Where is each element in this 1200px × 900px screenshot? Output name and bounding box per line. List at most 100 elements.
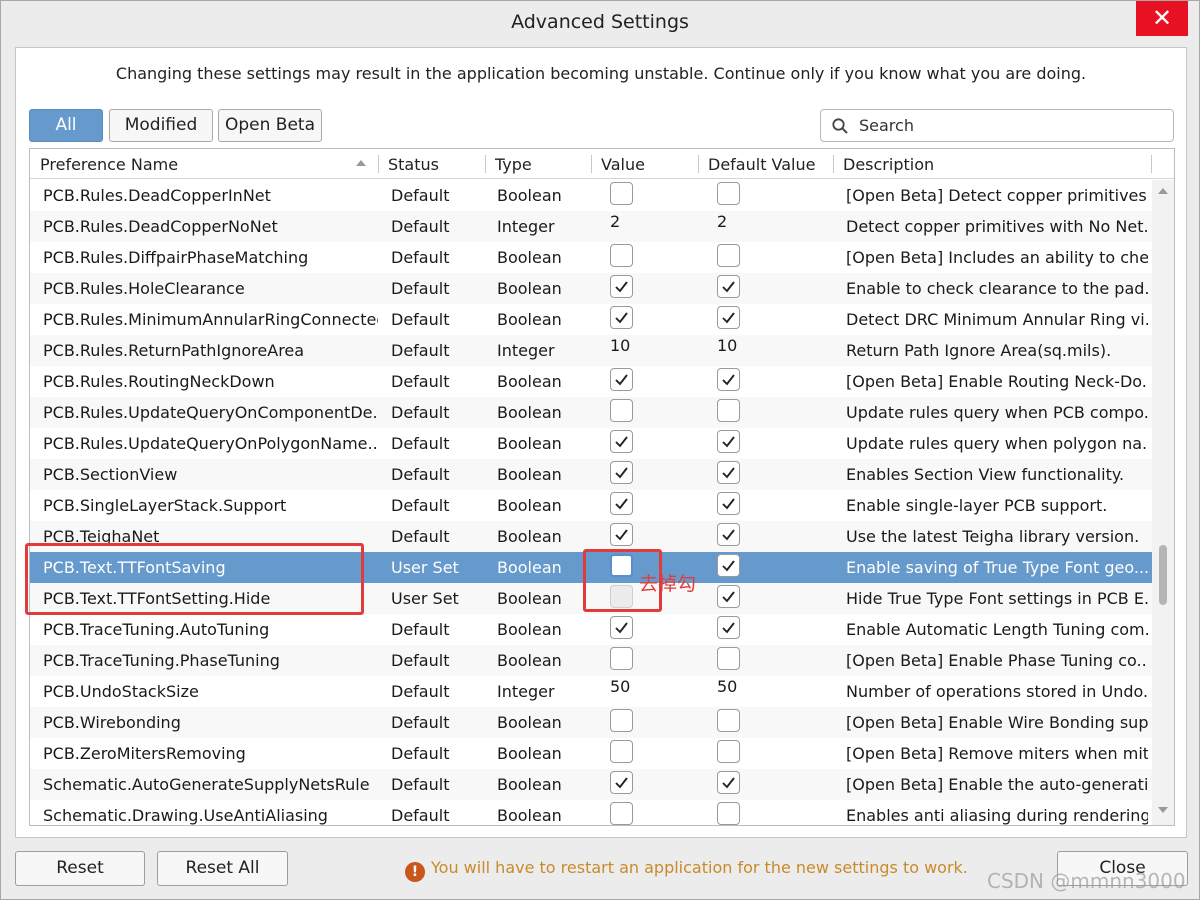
value-checkbox[interactable] [610, 740, 633, 763]
table-row[interactable]: PCB.Rules.DeadCopperInNet Default Boolean [… [30, 180, 1152, 211]
default-value-checkbox [717, 182, 740, 205]
vertical-scrollbar[interactable] [1152, 180, 1174, 825]
filter-open-beta-button[interactable]: Open Beta [218, 109, 322, 142]
table-row[interactable]: Schematic.AutoGenerateSupplyNetsRule Defa… [30, 769, 1152, 800]
window-title: Advanced Settings [511, 11, 689, 33]
status-cell: Default [391, 496, 450, 515]
scrollbar-thumb[interactable] [1159, 545, 1167, 605]
column-divider[interactable] [378, 155, 379, 173]
value-checkbox[interactable] [610, 523, 633, 546]
preference-name-cell: PCB.Rules.ReturnPathIgnoreArea [43, 341, 305, 360]
value-checkbox[interactable] [610, 461, 633, 484]
status-cell: Default [391, 651, 450, 670]
default-value-checkbox [717, 585, 740, 608]
column-divider[interactable] [591, 155, 592, 173]
value-cell[interactable]: 10 [610, 336, 670, 355]
column-divider[interactable] [1151, 155, 1152, 173]
default-value-checkbox [717, 368, 740, 391]
table-row[interactable]: PCB.Rules.DiffpairPhaseMatching Default Bo… [30, 242, 1152, 273]
checkmark-icon [722, 591, 735, 603]
column-description[interactable]: Description [843, 155, 934, 174]
status-cell: Default [391, 620, 450, 639]
type-cell: Boolean [497, 434, 562, 453]
default-value-checkbox [717, 616, 740, 639]
table-row[interactable]: PCB.Rules.UpdateQueryOnComponentDe... Def… [30, 397, 1152, 428]
preference-name-cell: PCB.Rules.DeadCopperInNet [43, 186, 271, 205]
table-row[interactable]: PCB.Rules.HoleClearance Default Boolean Ena… [30, 273, 1152, 304]
checkmark-icon [722, 281, 735, 293]
type-cell: Boolean [497, 775, 562, 794]
column-divider[interactable] [485, 155, 486, 173]
title-bar: Advanced Settings ✕ [1, 1, 1199, 47]
table-row[interactable]: PCB.SectionView Default Boolean Enables Sec… [30, 459, 1152, 490]
value-cell[interactable]: 2 [610, 212, 670, 231]
column-divider[interactable] [698, 155, 699, 173]
scroll-down-icon[interactable] [1158, 807, 1168, 813]
column-preference-name[interactable]: Preference Name [40, 155, 178, 174]
description-cell: [Open Beta] Detect copper primitives... [846, 186, 1148, 205]
table-row[interactable]: PCB.Rules.DeadCopperNoNet Default Integer 2… [30, 211, 1152, 242]
description-cell: [Open Beta] Enable Wire Bonding sup... [846, 713, 1148, 732]
table-row[interactable]: PCB.TraceTuning.PhaseTuning Default Boolea… [30, 645, 1152, 676]
column-value[interactable]: Value [601, 155, 645, 174]
checkmark-icon [615, 467, 628, 479]
column-default-value[interactable]: Default Value [708, 155, 815, 174]
checkmark-icon [722, 467, 735, 479]
table-row[interactable]: PCB.TraceTuning.AutoTuning Default Boolean… [30, 614, 1152, 645]
filter-modified-button[interactable]: Modified [109, 109, 213, 142]
table-row[interactable]: PCB.Rules.MinimumAnnularRingConnected Def… [30, 304, 1152, 335]
status-cell: Default [391, 186, 450, 205]
type-cell: Boolean [497, 310, 562, 329]
table-row[interactable]: PCB.Rules.UpdateQueryOnPolygonName... Def… [30, 428, 1152, 459]
table-row[interactable]: PCB.Rules.ReturnPathIgnoreArea Default Int… [30, 335, 1152, 366]
reset-all-button[interactable]: Reset All [157, 851, 288, 886]
annotation-name-highlight-box [25, 543, 364, 615]
filter-all-button[interactable]: All [29, 109, 103, 142]
scroll-up-icon[interactable] [1158, 188, 1168, 194]
table-row[interactable]: PCB.Wirebonding Default Boolean [Open Beta]… [30, 707, 1152, 738]
default-value-checkbox [717, 430, 740, 453]
table-row[interactable]: PCB.Rules.RoutingNeckDown Default Boolean [… [30, 366, 1152, 397]
default-value-cell: 10 [717, 336, 738, 355]
table-row[interactable]: Schematic.Drawing.UseAntiAliasing Default… [30, 800, 1152, 825]
status-cell: Default [391, 465, 450, 484]
description-cell: Enables Section View functionality. [846, 465, 1125, 484]
search-input[interactable]: Search [820, 109, 1174, 142]
type-cell: Integer [497, 341, 555, 360]
column-type[interactable]: Type [495, 155, 532, 174]
value-checkbox[interactable] [610, 771, 633, 794]
column-status[interactable]: Status [388, 155, 439, 174]
value-checkbox[interactable] [610, 430, 633, 453]
table-row[interactable]: PCB.UndoStackSize Default Integer 50 50 Numbe… [30, 676, 1152, 707]
description-cell: [Open Beta] Enable Routing Neck-Do... [846, 372, 1148, 391]
column-divider[interactable] [833, 155, 834, 173]
value-checkbox[interactable] [610, 802, 633, 825]
value-checkbox[interactable] [610, 709, 633, 732]
value-checkbox[interactable] [610, 647, 633, 670]
type-cell: Boolean [497, 279, 562, 298]
checkmark-icon [722, 498, 735, 510]
value-checkbox[interactable] [610, 368, 633, 391]
value-checkbox[interactable] [610, 616, 633, 639]
value-checkbox[interactable] [610, 306, 633, 329]
preference-name-cell: PCB.Rules.RoutingNeckDown [43, 372, 275, 391]
table-row[interactable]: PCB.SingleLayerStack.Support Default Boole… [30, 490, 1152, 521]
preference-name-cell: PCB.ZeroMitersRemoving [43, 744, 246, 763]
table-row[interactable]: PCB.ZeroMitersRemoving Default Boolean [Ope… [30, 738, 1152, 769]
table-header: Preference Name Status Type Value Defaul… [30, 149, 1174, 179]
status-cell: Default [391, 744, 450, 763]
checkmark-icon [615, 374, 628, 386]
close-window-button[interactable]: ✕ [1136, 1, 1188, 36]
restart-notice: ! You will have to restart an application… [405, 858, 968, 882]
value-cell[interactable]: 50 [610, 677, 670, 696]
checkmark-icon [615, 436, 628, 448]
reset-button[interactable]: Reset [15, 851, 145, 886]
value-checkbox[interactable] [610, 399, 633, 422]
value-checkbox[interactable] [610, 244, 633, 267]
preference-name-cell: PCB.Rules.DiffpairPhaseMatching [43, 248, 309, 267]
preference-name-cell: PCB.Rules.HoleClearance [43, 279, 245, 298]
value-checkbox[interactable] [610, 275, 633, 298]
value-checkbox[interactable] [610, 182, 633, 205]
value-checkbox[interactable] [610, 492, 633, 515]
status-cell: Default [391, 217, 450, 236]
